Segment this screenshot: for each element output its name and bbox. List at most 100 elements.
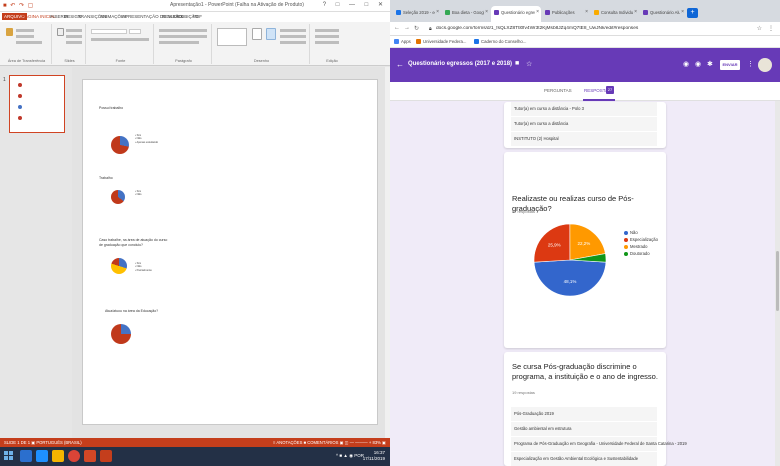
tab-title: Questionário Aluno (650, 10, 680, 15)
slide-pie-chart[interactable] (111, 190, 125, 204)
windows-taskbar: ^ ■ ▲ ◉ POR 16:37 17/11/2019 (0, 447, 390, 466)
file-explorer-icon[interactable] (20, 450, 32, 462)
text-direction-button[interactable] (159, 41, 199, 44)
layout-button[interactable] (66, 29, 82, 32)
close-icon[interactable]: × (536, 9, 539, 15)
star-icon[interactable]: ☆ (526, 60, 532, 68)
shape-effects-button[interactable] (280, 41, 306, 44)
folder-icon[interactable] (52, 450, 64, 462)
quick-access-toolbar[interactable]: ■ ↶ ↷ ▢ (3, 2, 34, 9)
folder-icon[interactable]: ■ (515, 60, 519, 67)
send-button[interactable]: ENVIAR (720, 60, 740, 70)
settings-gear-icon[interactable]: ✱ (707, 60, 713, 68)
copy-button[interactable] (16, 35, 34, 38)
address-bar[interactable]: 🔒︎ docs.google.com/forms/d/1_fsQLXZ8Ttl0… (426, 24, 746, 34)
slide-legend-item: ▪ Não (135, 193, 142, 197)
browser-tab-strip: Seleção 2019 - edital de Re... × Boa die… (390, 0, 780, 22)
response-list-card: Tutor(a) em curso a distância - Polo 3 T… (504, 102, 666, 148)
bookmark-item[interactable]: Caderno do Conselho... (474, 39, 526, 44)
windows-start-icon[interactable] (4, 451, 14, 461)
browser-tab[interactable]: Consulta Individual - Cidade de... × (591, 6, 639, 22)
shape-outline-button[interactable] (280, 35, 306, 38)
question-text-card: Se cursa Pós-graduação discrimine o prog… (504, 352, 687, 466)
slide-number: 1 (3, 77, 6, 83)
slide-pie-legend: ▪ Sim ▪ Não ▪ Apenas estudando (135, 134, 158, 144)
tab-title: Publicações (552, 10, 575, 15)
pie-slice-não[interactable] (533, 259, 607, 297)
legend-swatch (624, 244, 628, 249)
window-controls[interactable]: ? □ — □ ✕ (323, 1, 387, 8)
back-arrow-icon[interactable]: ← (396, 60, 404, 69)
status-view-controls[interactable]: ≡ ANOTAÇÕES ■ COMENTÁRIOS ▣ ◫ — ——— + 83… (273, 440, 386, 445)
browser-tab-active[interactable]: Questionário egressos (2017 e 2... × (491, 6, 541, 22)
tab-favicon-icon (445, 10, 450, 15)
select-button[interactable] (315, 41, 339, 44)
new-slide-icon[interactable] (57, 28, 64, 36)
tab-title: Questionário egressos (2017 e 2... (501, 10, 535, 15)
font-style-buttons[interactable] (91, 38, 149, 41)
browser-tab[interactable]: Publicações × (542, 6, 590, 22)
close-icon[interactable]: × (485, 9, 488, 15)
close-icon[interactable]: × (681, 9, 684, 15)
forward-icon[interactable]: → (404, 25, 410, 31)
slide-canvas[interactable]: Possui trabalho ▪ Sim ▪ Não ▪ Apenas estud… (82, 79, 378, 425)
thumb-pie-mini (18, 94, 22, 98)
paste-icon[interactable] (6, 28, 13, 36)
bookmark-apps[interactable]: Apps (394, 39, 411, 44)
tab-pdf[interactable]: PDF (193, 14, 202, 19)
browser-tab[interactable]: Questionário Aluno × (640, 6, 686, 22)
pie-chart[interactable]: 48,1% 25,9% 22,2% (530, 220, 610, 300)
chrome-icon[interactable] (68, 450, 80, 462)
replace-button[interactable] (315, 35, 339, 38)
bookmark-item[interactable]: Universidade Federa... (416, 39, 466, 44)
reset-button[interactable] (66, 35, 82, 38)
font-name-select[interactable] (91, 29, 127, 34)
legend-swatch (624, 237, 628, 242)
shape-fill-button[interactable] (280, 29, 306, 32)
pie-data-label: 48,1% (564, 279, 577, 284)
system-tray[interactable]: ^ ■ ▲ ◉ POR (336, 453, 364, 459)
find-button[interactable] (315, 29, 339, 32)
tab-title: Consulta Individual - Cidade de... (601, 10, 633, 15)
bookmarks-bar: Apps Universidade Federa... Caderno do C… (390, 36, 780, 48)
taskbar-clock[interactable]: 16:37 17/11/2019 (363, 450, 385, 462)
question-summary-card: Realizaste ou realizas curso de Pós-grad… (504, 152, 666, 348)
browser-tab[interactable]: Boa dieta - Google Drive × (442, 6, 490, 22)
tab-title: Boa dieta - Google Drive (452, 10, 484, 15)
close-icon[interactable]: × (585, 9, 588, 15)
close-icon[interactable]: × (634, 9, 637, 15)
bookmark-star-icon[interactable]: ☆ (757, 25, 762, 32)
palette-icon[interactable]: ◉ (683, 60, 689, 68)
form-title[interactable]: Questionário egressos (2017 e 2018) (408, 61, 512, 67)
browser-tab[interactable]: Seleção 2019 - edital de Re... × (393, 6, 441, 22)
slide-pie-chart[interactable] (111, 258, 127, 274)
acrobat-icon[interactable] (100, 450, 112, 462)
powerpoint-icon[interactable] (84, 450, 96, 462)
slide-pie-chart[interactable] (111, 136, 129, 154)
shapes-gallery[interactable] (217, 28, 247, 46)
browser-menu-icon[interactable]: ⋮ (768, 25, 774, 32)
scrollbar-thumb[interactable] (776, 251, 779, 311)
slide-pie-chart[interactable] (111, 324, 131, 344)
arrange-icon[interactable] (252, 28, 262, 40)
reload-icon[interactable]: ↻ (414, 25, 419, 32)
align-buttons[interactable] (159, 35, 207, 38)
back-icon[interactable]: ← (394, 25, 400, 31)
forms-header: ← Questionário egressos (2017 e 2018) ■ … (390, 48, 780, 82)
slide-thumbnail[interactable]: 1 (3, 75, 65, 133)
cut-button[interactable] (16, 29, 34, 32)
page-scrollbar[interactable] (775, 101, 780, 466)
section-button[interactable] (66, 41, 82, 44)
preview-eye-icon[interactable]: ◉ (695, 60, 701, 68)
format-painter-button[interactable] (16, 41, 42, 44)
ie-icon[interactable] (36, 450, 48, 462)
close-icon[interactable]: × (436, 9, 439, 15)
new-tab-button[interactable]: + (687, 8, 698, 18)
tab-perguntas[interactable]: PERGUNTAS (544, 88, 572, 93)
quick-styles-icon[interactable] (266, 28, 276, 40)
slide-legend-item: ▪ Apenas estudando (135, 140, 159, 144)
font-size-select[interactable] (129, 29, 141, 34)
avatar[interactable] (758, 58, 772, 72)
list-buttons[interactable] (159, 29, 207, 32)
more-options-icon[interactable]: ⋮ (747, 60, 754, 68)
